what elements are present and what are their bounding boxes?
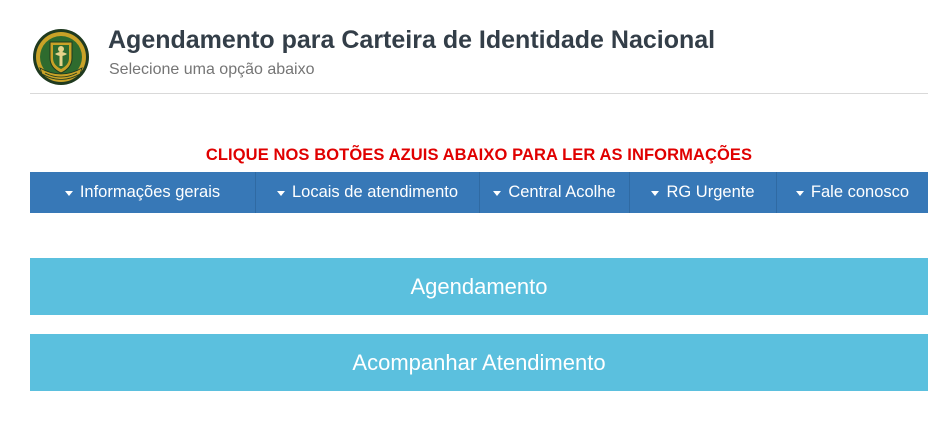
acompanhar-atendimento-button[interactable]: Acompanhar Atendimento xyxy=(30,334,928,391)
nav-item-label: Central Acolhe xyxy=(508,183,616,201)
nav-item-central-acolhe[interactable]: Central Acolhe xyxy=(480,172,630,213)
page: Agendamento para Carteira de Identidade … xyxy=(0,0,948,424)
agendamento-button[interactable]: Agendamento xyxy=(30,258,928,315)
nav-item-locais-de-atendimento[interactable]: Locais de atendimento xyxy=(256,172,480,213)
caret-down-icon xyxy=(276,190,285,196)
nav-item-fale-conosco[interactable]: Fale conosco xyxy=(777,172,928,213)
police-emblem-icon xyxy=(33,29,89,85)
page-subtitle: Selecione uma opção abaixo xyxy=(109,61,315,78)
info-nav-bar: Informações gerais Locais de atendimento… xyxy=(30,172,928,213)
caret-down-icon xyxy=(64,190,73,196)
caret-down-icon xyxy=(651,190,660,196)
nav-item-label: RG Urgente xyxy=(666,183,755,201)
nav-item-label: Informações gerais xyxy=(79,183,221,201)
caret-down-icon xyxy=(795,190,804,196)
nav-item-label: Locais de atendimento xyxy=(291,183,459,201)
page-title: Agendamento para Carteira de Identidade … xyxy=(108,26,716,54)
nav-item-label: Fale conosco xyxy=(810,183,910,201)
nav-item-rg-urgente[interactable]: RG Urgente xyxy=(630,172,777,213)
caret-down-icon xyxy=(493,190,502,196)
instruction-notice: CLIQUE NOS BOTÕES AZUIS ABAIXO PARA LER … xyxy=(205,146,753,164)
nav-item-informacoes-gerais[interactable]: Informações gerais xyxy=(30,172,256,213)
page-header: Agendamento para Carteira de Identidade … xyxy=(30,26,928,94)
